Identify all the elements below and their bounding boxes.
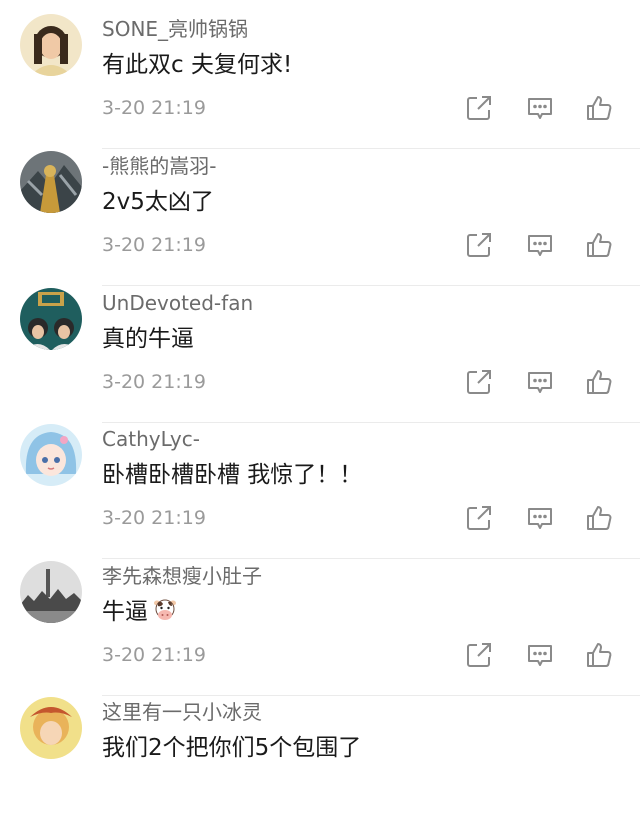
thumbs-up-icon	[587, 233, 612, 257]
timestamp: 3-20 21:19	[102, 644, 206, 666]
comment-icon	[528, 508, 552, 529]
comment-icon	[528, 645, 552, 666]
thumbs-up-icon	[587, 370, 612, 394]
divider	[102, 422, 640, 423]
comment-text: 卧槽卧槽卧槽 我惊了！！	[102, 462, 363, 488]
comment-actions	[464, 640, 640, 670]
divider	[102, 148, 640, 149]
share-button[interactable]	[464, 367, 494, 397]
reply-button[interactable]	[525, 503, 555, 533]
share-icon	[467, 233, 491, 257]
comment-item: 这里有一只小冰灵 我们2个把你们5个包围了	[0, 697, 640, 833]
comment-item: -熊熊的嵩羽- 2v5太凶了 3-20 21:19	[0, 151, 640, 287]
reply-button[interactable]	[525, 640, 555, 670]
username[interactable]: -熊熊的嵩羽-	[102, 153, 216, 179]
like-button[interactable]	[585, 230, 615, 260]
thumbs-up-icon	[587, 506, 612, 530]
like-button[interactable]	[585, 503, 615, 533]
timestamp: 3-20 21:19	[102, 507, 206, 529]
comment-text: 2v5太凶了	[102, 189, 214, 215]
share-button[interactable]	[464, 230, 494, 260]
share-icon	[467, 643, 491, 667]
comment-actions	[464, 367, 640, 397]
timestamp: 3-20 21:19	[102, 371, 206, 393]
comment-icon	[528, 98, 552, 119]
avatar[interactable]	[20, 14, 82, 76]
avatar[interactable]	[20, 151, 82, 213]
comment-text: 牛逼	[102, 597, 178, 631]
thumbs-up-icon	[587, 643, 612, 667]
cow-face-emoji	[152, 597, 178, 631]
divider	[102, 558, 640, 559]
share-icon	[467, 370, 491, 394]
comment-icon	[528, 372, 552, 393]
avatar[interactable]	[20, 697, 82, 759]
share-button[interactable]	[464, 640, 494, 670]
username[interactable]: 李先森想瘦小肚子	[102, 563, 262, 589]
reply-button[interactable]	[525, 93, 555, 123]
comment-item: UnDevoted-fan 真的牛逼 3-20 21:19	[0, 288, 640, 424]
username[interactable]: UnDevoted-fan	[102, 290, 253, 316]
comment-actions	[464, 230, 640, 260]
timestamp: 3-20 21:19	[102, 234, 206, 256]
comment-item: 李先森想瘦小肚子 牛逼 3-20 21:19	[0, 561, 640, 697]
comment-item: SONE_亮帅锅锅 有此双c 夫复何求! 3-20 21:19	[0, 14, 640, 150]
reply-button[interactable]	[525, 367, 555, 397]
like-button[interactable]	[585, 640, 615, 670]
reply-button[interactable]	[525, 230, 555, 260]
avatar[interactable]	[20, 424, 82, 486]
username[interactable]: CathyLyc-	[102, 426, 200, 452]
comment-item: CathyLyc- 卧槽卧槽卧槽 我惊了！！ 3-20 21:19	[0, 424, 640, 560]
like-button[interactable]	[585, 367, 615, 397]
comment-actions	[464, 93, 640, 123]
like-button[interactable]	[585, 93, 615, 123]
divider	[102, 285, 640, 286]
thumbs-up-icon	[587, 96, 612, 120]
share-button[interactable]	[464, 93, 494, 123]
comment-actions	[464, 503, 640, 533]
timestamp: 3-20 21:19	[102, 97, 206, 119]
comment-icon	[528, 235, 552, 256]
comment-text: 我们2个把你们5个包围了	[102, 735, 362, 761]
comment-text: 有此双c 夫复何求!	[102, 52, 293, 78]
share-button[interactable]	[464, 503, 494, 533]
share-icon	[467, 96, 491, 120]
comment-text: 真的牛逼	[102, 326, 194, 352]
username[interactable]: SONE_亮帅锅锅	[102, 16, 248, 42]
comment-text-body: 牛逼	[102, 599, 148, 625]
divider	[102, 695, 640, 696]
username[interactable]: 这里有一只小冰灵	[102, 699, 262, 725]
share-icon	[467, 506, 491, 530]
avatar[interactable]	[20, 561, 82, 623]
avatar[interactable]	[20, 288, 82, 350]
